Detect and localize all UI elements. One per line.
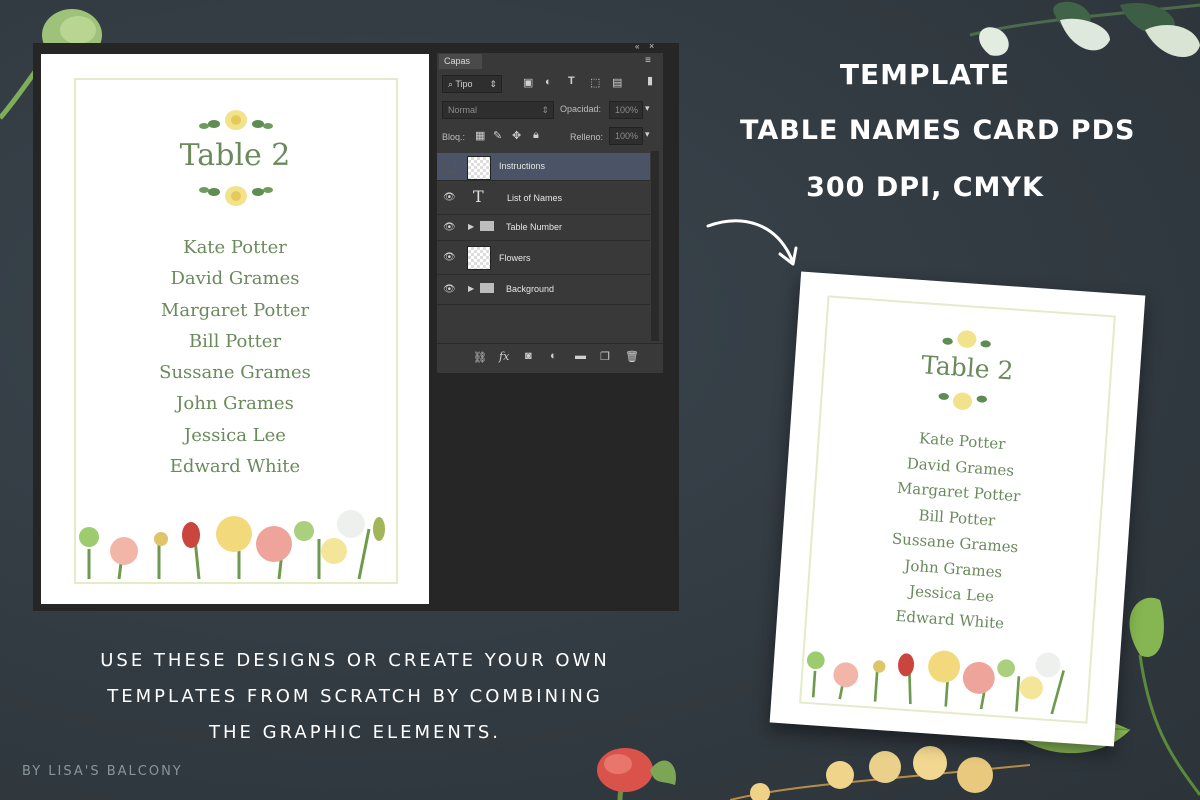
headline-template: TEMPLATE: [839, 58, 1011, 91]
filter-shape-icon[interactable]: ⬚: [590, 76, 600, 89]
flower-wreath-top-icon: [942, 330, 991, 348]
filter-toggle-icon[interactable]: ▮: [647, 74, 653, 87]
flower-border-icon: [79, 510, 385, 579]
fill-label: Relleno:: [570, 132, 604, 142]
guest-name: Sussane Grames: [159, 362, 311, 384]
guest-name: David Grames: [170, 268, 300, 290]
headline-specs: 300 DPI, CMYK: [806, 172, 1044, 203]
add-mask-icon[interactable]: ◙: [525, 350, 532, 362]
filter-adjustment-icon[interactable]: ◐: [545, 76, 552, 88]
curved-arrow-icon: [706, 219, 798, 266]
layer-filter-select[interactable]: ⌕ Tipo ⇕: [442, 75, 502, 93]
layer-name: Instructions: [499, 161, 546, 171]
opacity-dropdown-icon[interactable]: ▾: [645, 103, 650, 114]
lock-image-icon[interactable]: ✎: [493, 129, 502, 142]
eye-icon[interactable]: 👁︎: [443, 252, 456, 264]
flower-wreath-bottom-icon: [938, 392, 987, 410]
blend-mode-select[interactable]: Normal ⇕: [442, 101, 554, 119]
layer-row-table-number[interactable]: 👁︎ ▶ Table Number: [437, 215, 650, 241]
new-group-icon[interactable]: ▬: [575, 350, 586, 362]
layer-name: Table Number: [506, 222, 563, 232]
berries-bottom-icon: [730, 746, 1030, 800]
layer-row-background[interactable]: 👁︎ ▶ Background: [437, 275, 650, 305]
guest-name: Bill Potter: [188, 330, 282, 352]
lock-position-icon[interactable]: ✥: [512, 129, 521, 142]
layer-thumbnail: [467, 246, 491, 270]
fill-value: 100%: [615, 131, 639, 141]
layer-row-instructions[interactable]: Instructions: [437, 153, 650, 181]
collapse-icon[interactable]: «: [635, 42, 639, 51]
expand-arrow-icon[interactable]: ▶: [468, 284, 474, 293]
layer-thumbnail: [467, 156, 491, 180]
filter-smart-object-icon[interactable]: ▤: [612, 76, 622, 89]
lock-label: Bloq.:: [442, 132, 466, 142]
layer-name: Background: [506, 284, 555, 294]
guest-name: Margaret Potter: [160, 299, 310, 321]
panel-menu-icon[interactable]: ≡: [645, 55, 651, 66]
text-layer-icon: T: [473, 187, 484, 206]
lock-all-icon[interactable]: 🔒︎: [533, 129, 539, 142]
layer-name: Flowers: [499, 253, 531, 263]
adjustment-layer-icon[interactable]: ◐: [550, 350, 557, 362]
layer-row-flowers[interactable]: 👁︎ Flowers: [437, 241, 650, 275]
filter-type-icon[interactable]: T: [568, 75, 575, 87]
caption-line-1: USE THESE DESIGNS OR CREATE YOUR OWN: [100, 650, 610, 671]
panel-topbar: « ×: [437, 41, 663, 53]
new-layer-icon[interactable]: ❐: [600, 350, 610, 363]
guest-name: Kate Potter: [183, 237, 287, 258]
link-layers-icon[interactable]: ⛓︎: [473, 351, 487, 364]
caption-line-2: TEMPLATES FROM SCRATCH BY COMBINING: [107, 686, 603, 707]
author-credit: BY LISA'S BALCONY: [22, 764, 183, 779]
layers-panel: « × Capas ≡ ⌕ Tipo ⇕ ▣ ◐ T ⬚ ▤ ▮ Normal ⇕ …: [437, 41, 663, 373]
layers-scrollbar[interactable]: [651, 151, 659, 341]
panel-footer: ⛓︎ fx ◙ ◐ ▬ ❐ 🗑︎: [437, 343, 663, 372]
visibility-toggle-empty[interactable]: [444, 161, 456, 173]
layer-filter-value: Tipo: [455, 79, 473, 89]
fill-input[interactable]: 100%: [609, 127, 643, 145]
headline-product: TABLE NAMES CARD PDS: [740, 115, 1136, 146]
trash-icon[interactable]: 🗑︎: [625, 350, 639, 363]
chevron-updown-icon: ⇕: [541, 105, 549, 115]
guest-name: Edward White: [169, 456, 301, 478]
flower-wreath-top-icon: [199, 110, 273, 130]
expand-arrow-icon[interactable]: ▶: [468, 222, 474, 231]
layer-style-icon[interactable]: fx: [499, 350, 509, 363]
layer-row-list-of-names[interactable]: 👁︎ T List of Names: [437, 181, 650, 215]
tab-capas[interactable]: Capas: [439, 54, 482, 69]
guest-name: John Grames: [176, 393, 294, 415]
rosebud-bottom-icon: [597, 748, 676, 800]
blend-mode-value: Normal: [448, 105, 478, 115]
document-canvas[interactable]: Table 2 Kate Potter David Grames Margare…: [41, 54, 429, 604]
layer-name: List of Names: [507, 193, 563, 203]
card-mockup: Table 2 Kate Potter David Grames Margare…: [769, 271, 1146, 747]
eye-icon[interactable]: 👁︎: [443, 192, 456, 204]
card-table-title: Table 2: [179, 138, 291, 173]
card-guest-list: Kate Potter David Grames Margaret Potter…: [41, 232, 429, 482]
chevron-updown-icon: ⇕: [489, 79, 497, 89]
opacity-label: Opacidad:: [560, 104, 602, 114]
opacity-input[interactable]: 100%: [609, 101, 643, 119]
mockup-guest-list: Kate Potter David Grames Margaret Potter…: [777, 417, 1135, 645]
opacity-value: 100%: [615, 105, 639, 115]
flower-wreath-bottom-icon: [199, 186, 273, 206]
guest-name: Jessica Lee: [184, 424, 286, 446]
eye-icon[interactable]: 👁︎: [443, 284, 456, 296]
caption-line-3: THE GRAPHIC ELEMENTS.: [209, 722, 501, 743]
filter-pixel-icon[interactable]: ▣: [523, 76, 533, 89]
eye-icon[interactable]: 👁︎: [443, 222, 456, 234]
close-icon[interactable]: ×: [649, 41, 654, 51]
folder-icon: [480, 283, 494, 293]
photoshop-window: Table 2 Kate Potter David Grames Margare…: [33, 41, 679, 611]
fill-dropdown-icon[interactable]: ▾: [645, 129, 650, 140]
lock-transparency-icon[interactable]: ▦: [475, 129, 485, 142]
folder-icon: [480, 221, 494, 231]
